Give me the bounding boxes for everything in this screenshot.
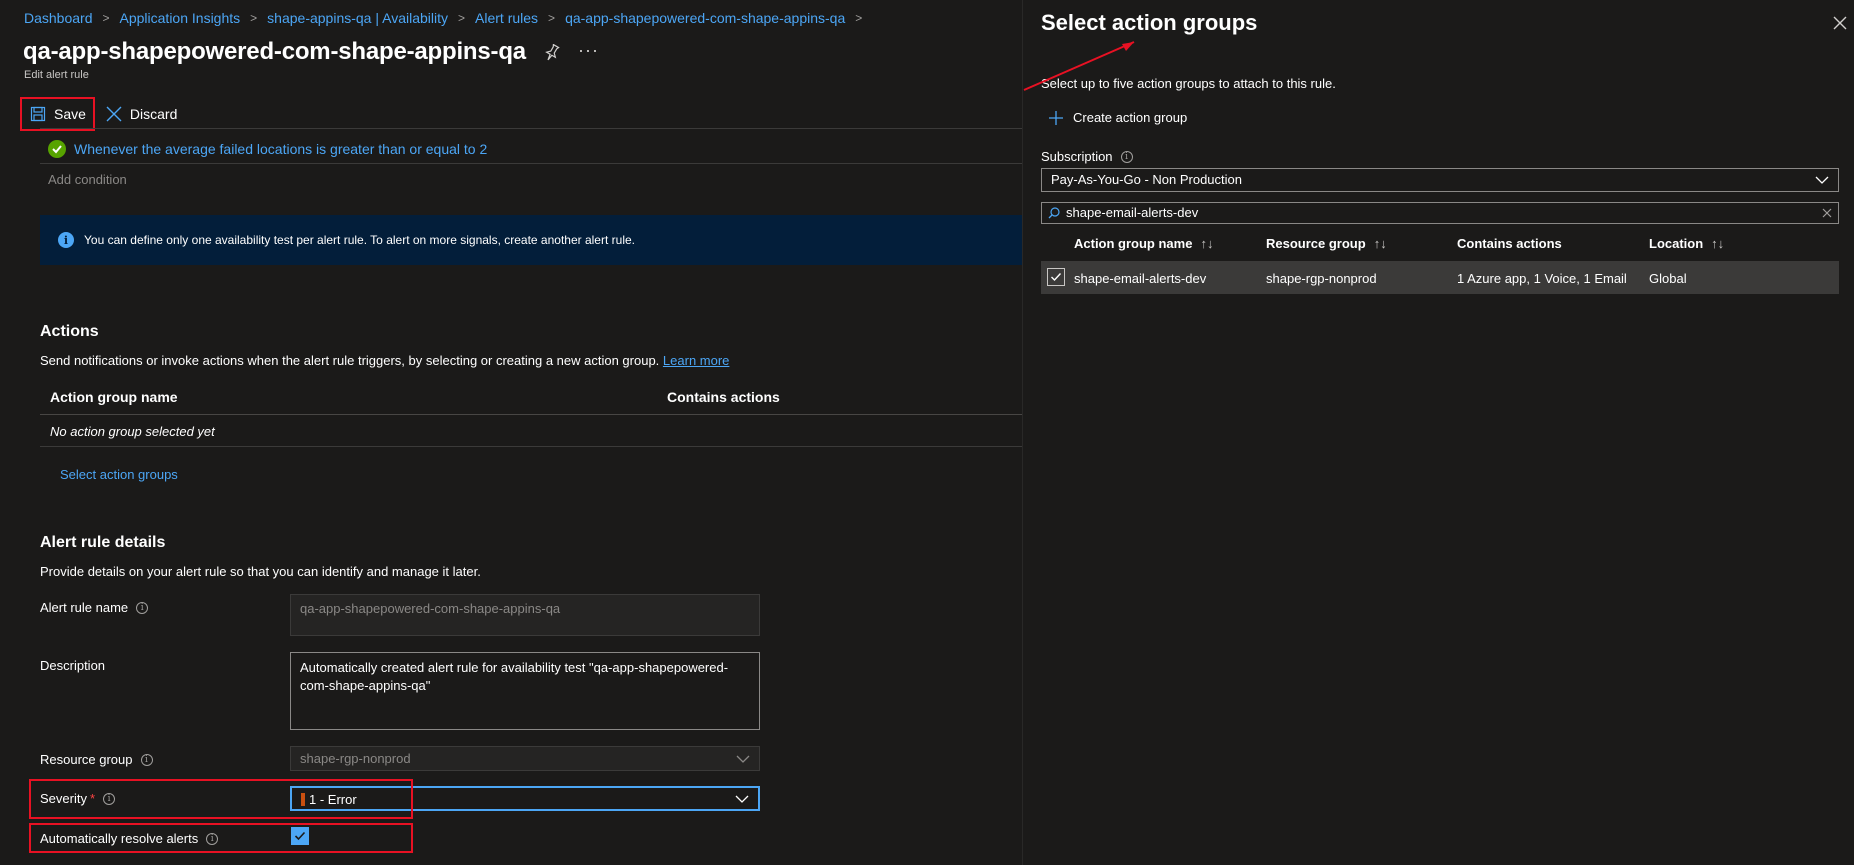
row-location: Global [1649,271,1687,286]
search-icon [1048,207,1060,219]
checkmark-icon [1051,273,1062,282]
add-condition-button[interactable]: Add condition [48,172,127,187]
search-input[interactable]: shape-email-alerts-dev [1041,202,1839,224]
divider [40,446,1022,447]
row-resource-group: shape-rgp-nonprod [1266,271,1377,286]
edit-alert-rule-blade: Dashboard > Application Insights > shape… [0,0,1022,865]
annotation-arrow [1023,41,1135,91]
info-banner-text: You can define only one availability tes… [84,233,635,247]
breadcrumb: Dashboard > Application Insights > shape… [24,10,872,26]
search-value: shape-email-alerts-dev [1066,205,1199,220]
resource-group-select: shape-rgp-nonprod [290,746,760,771]
chevron-down-icon [1815,176,1829,184]
alert-rule-name-label: Alert rule name i [40,600,149,615]
col-action-group-name-label: Action group name [1074,236,1193,251]
auto-resolve-highlight-box [29,823,413,853]
discard-label: Discard [129,106,178,122]
plus-icon [1049,110,1063,125]
info-icon: i [58,232,74,248]
breadcrumb-alert-rules[interactable]: Alert rules [475,10,538,26]
discard-button[interactable]: Discard [96,97,187,131]
divider [40,414,1022,415]
learn-more-link[interactable]: Learn more [663,353,729,368]
close-icon[interactable] [1833,16,1847,30]
more-options-icon[interactable]: ··· [578,40,599,61]
pin-icon[interactable] [544,44,560,62]
alert-rule-details-heading: Alert rule details [40,534,166,551]
actions-description: Send notifications or invoke actions whe… [40,353,729,368]
info-icon[interactable]: i [136,601,149,614]
breadcrumb-alert-rule[interactable]: qa-app-shapepowered-com-shape-appins-qa [565,10,845,26]
sort-icon[interactable]: ↑↓ [1711,236,1724,251]
info-icon[interactable]: i [1120,150,1133,163]
clear-search-icon[interactable] [1822,208,1832,218]
subscription-value: Pay-As-You-Go - Non Production [1051,172,1243,187]
actions-heading: Actions [40,323,99,340]
condition-row: Whenever the average failed locations is… [48,140,487,158]
breadcrumb-separator-icon: > [102,11,110,25]
save-highlight-box [20,97,95,131]
breadcrumb-separator-icon: > [250,11,258,25]
success-check-icon [48,140,66,158]
select-action-groups-button[interactable]: Select action groups [60,467,178,482]
description-textarea[interactable]: Automatically created alert rule for ava… [290,652,760,730]
page-title: qa-app-shapepowered-com-shape-appins-qa [23,38,526,65]
row-checkbox[interactable] [1047,268,1065,286]
breadcrumb-application-insights[interactable]: Application Insights [120,10,241,26]
resource-group-label-text: Resource group [40,752,133,767]
subscription-label: Subscription i [1041,149,1133,164]
description-label-text: Description [40,658,106,673]
discard-icon [106,106,122,122]
col-contains-actions: Contains actions [1457,236,1562,251]
create-action-group-label: Create action group [1073,110,1188,125]
alert-rule-details-description: Provide details on your alert rule so th… [40,564,481,579]
condition-link[interactable]: Whenever the average failed locations is… [74,141,487,157]
resource-group-value: shape-rgp-nonprod [300,751,411,766]
alert-rule-name-input: qa-app-shapepowered-com-shape-appins-qa [290,594,760,636]
sort-icon[interactable]: ↑↓ [1374,236,1387,251]
subscription-select[interactable]: Pay-As-You-Go - Non Production [1041,168,1839,192]
info-icon[interactable]: i [140,753,153,766]
sort-icon[interactable]: ↑↓ [1200,236,1213,251]
chevron-down-icon [736,755,750,763]
divider [40,163,1022,164]
alert-rule-name-label-text: Alert rule name [40,600,129,615]
row-contains-actions: 1 Azure app, 1 Voice, 1 Email [1457,271,1627,286]
col-contains-actions: Contains actions [667,389,780,405]
page-subtitle: Edit alert rule [24,69,89,81]
col-action-group-name[interactable]: Action group name ↑↓ [1074,236,1213,251]
description-label: Description [40,658,105,673]
col-contains-actions-label: Contains actions [1457,236,1562,251]
select-action-groups-panel: Select action groups Select up to five a… [1022,0,1854,865]
breadcrumb-separator-icon: > [548,11,556,25]
col-resource-group-label: Resource group [1266,236,1366,251]
col-location-label: Location [1649,236,1704,251]
col-action-group-name: Action group name [50,389,178,405]
chevron-down-icon [735,795,749,803]
info-banner: i You can define only one availability t… [40,215,1022,265]
row-action-group-name: shape-email-alerts-dev [1074,271,1207,286]
col-location[interactable]: Location ↑↓ [1649,236,1724,251]
actions-description-text: Send notifications or invoke actions whe… [40,353,660,368]
col-resource-group[interactable]: Resource group ↑↓ [1266,236,1387,251]
breadcrumb-dashboard[interactable]: Dashboard [24,10,93,26]
create-action-group-button[interactable]: Create action group [1049,110,1187,125]
subscription-label-text: Subscription [1041,149,1113,164]
breadcrumb-separator-icon: > [458,11,466,25]
empty-action-groups: No action group selected yet [50,424,215,439]
breadcrumb-availability[interactable]: shape-appins-qa | Availability [267,10,448,26]
panel-title: Select action groups [1041,10,1258,35]
divider [40,128,1022,129]
breadcrumb-separator-icon: > [855,11,863,25]
resource-group-label: Resource group i [40,752,153,767]
severity-highlight-box [29,779,413,819]
